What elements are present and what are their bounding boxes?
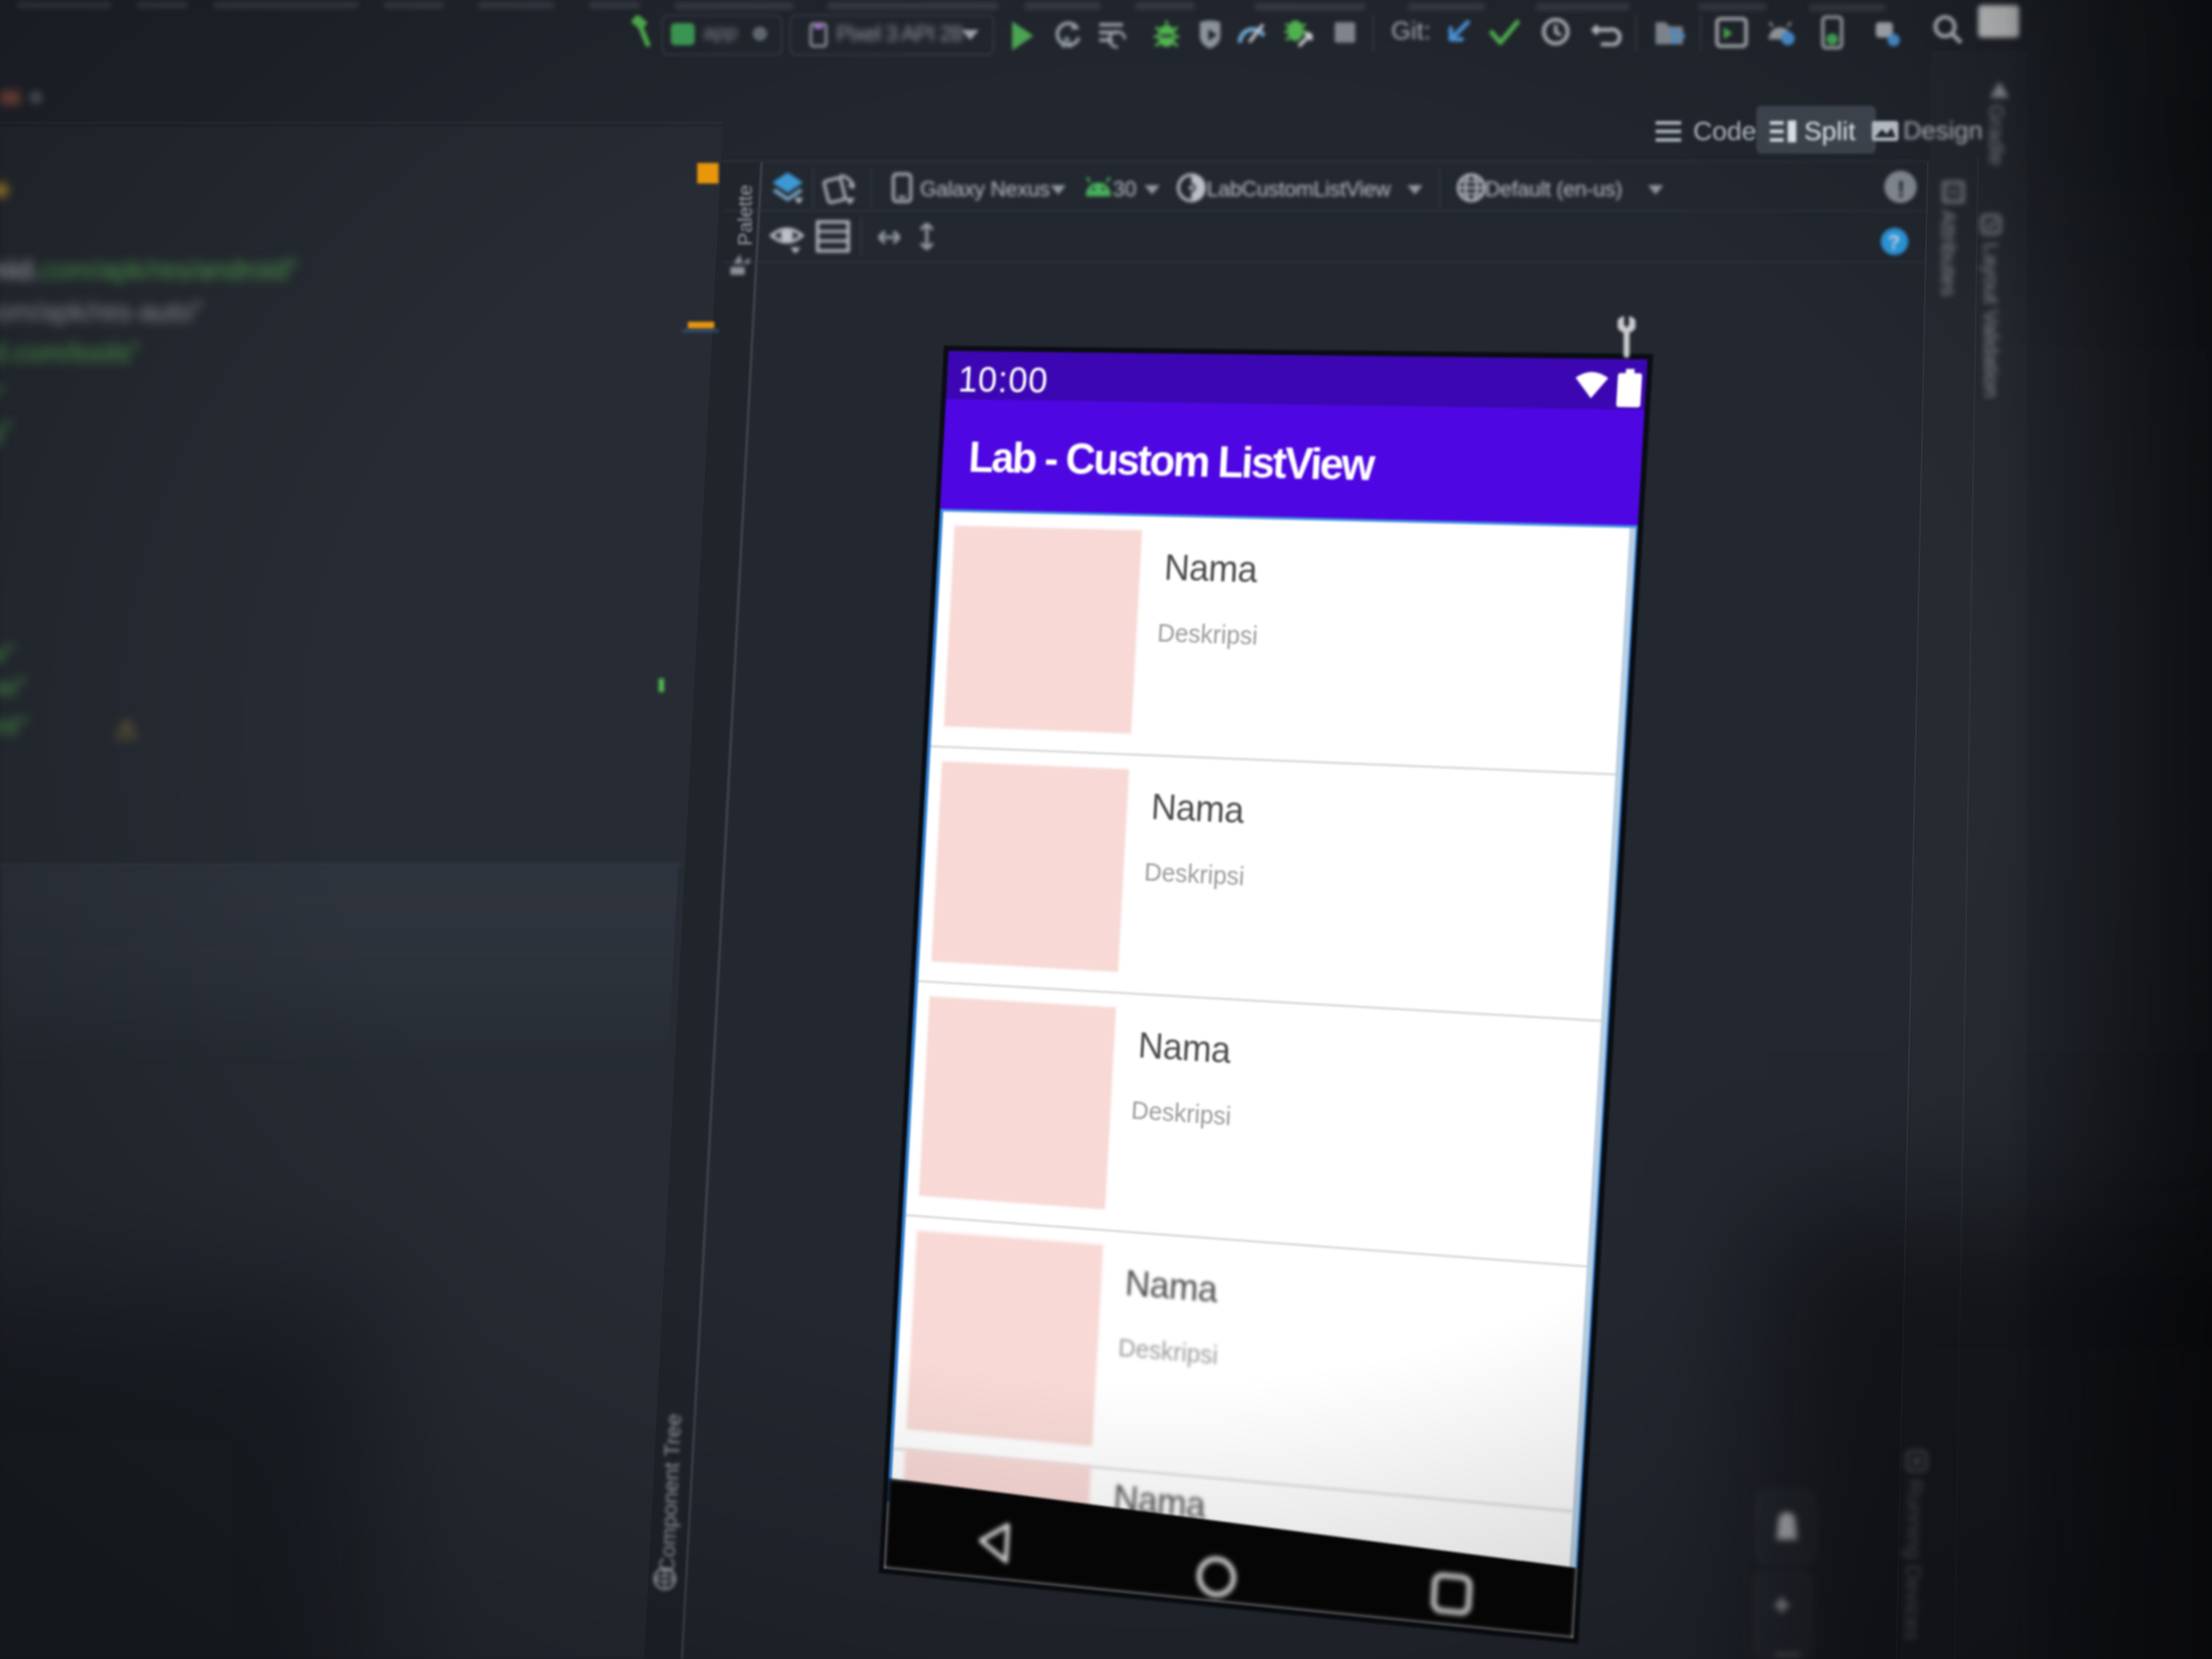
svg-text:A: A (1062, 34, 1073, 51)
